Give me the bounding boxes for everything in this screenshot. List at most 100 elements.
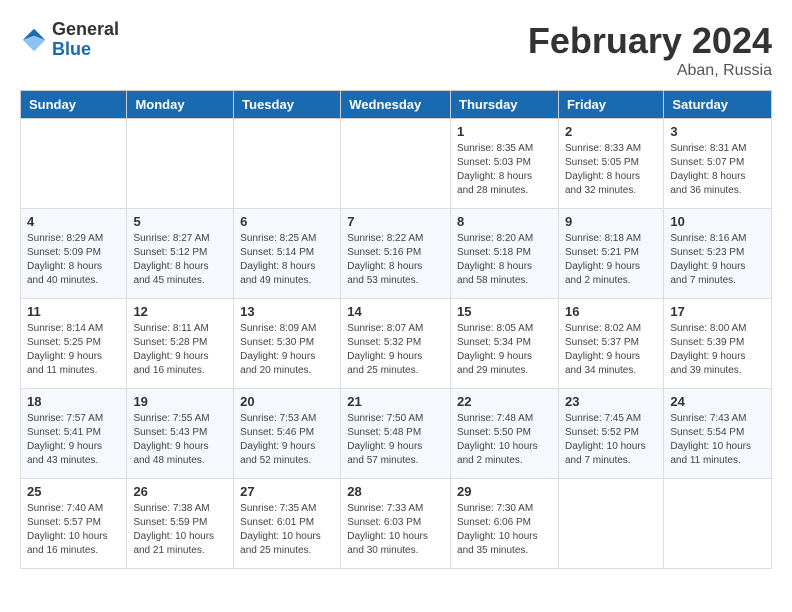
col-header-saturday: Saturday [664,91,772,119]
calendar-cell: 20Sunrise: 7:53 AM Sunset: 5:46 PM Dayli… [234,389,341,479]
calendar-cell [21,119,127,209]
calendar-cell: 25Sunrise: 7:40 AM Sunset: 5:57 PM Dayli… [21,479,127,569]
calendar-cell: 27 Sunrise: 7:35 AM Sunset: 6:01 PM Dayli… [234,479,341,569]
calendar-cell: 11 Sunrise: 8:14 AM Sunset: 5:25 PM Dayli… [21,299,127,389]
day-number: 2 [565,124,657,139]
col-header-wednesday: Wednesday [341,91,451,119]
cell-info: Sunrise: 8:07 AM Sunset: 5:32 PM Dayligh… [347,322,444,378]
calendar-week-1: 1 Sunrise: 8:35 AM Sunset: 5:03 PM Daylig… [21,119,772,209]
cell-info: Sunrise: 8:14 AM Sunset: 5:25 PM Dayligh… [27,322,120,378]
day-number: 11 [27,304,120,319]
calendar-cell: 10 Sunrise: 8:16 AM Sunset: 5:23 PM Dayli… [664,209,772,299]
day-number: 17 [670,304,765,319]
calendar-cell: 14 Sunrise: 8:07 AM Sunset: 5:32 PM Dayli… [341,299,451,389]
calendar-cell [127,119,234,209]
calendar-cell: 18 Sunrise: 7:57 AM Sunset: 5:41 PM Dayli… [21,389,127,479]
cell-info: Sunrise: 7:33 AM Sunset: 6:03 PM Dayligh… [347,502,444,558]
calendar-cell: 28 Sunrise: 7:33 AM Sunset: 6:03 PM Dayli… [341,479,451,569]
day-number: 23 [565,394,657,409]
calendar-cell: 21 Sunrise: 7:50 AM Sunset: 5:48 PM Dayli… [341,389,451,479]
cell-info: Sunrise: 8:05 AM Sunset: 5:34 PM Dayligh… [457,322,552,378]
cell-info: Sunrise: 8:20 AM Sunset: 5:18 PM Dayligh… [457,232,552,288]
day-number: 29 [457,484,552,499]
col-header-tuesday: Tuesday [234,91,341,119]
calendar-week-4: 18 Sunrise: 7:57 AM Sunset: 5:41 PM Dayli… [21,389,772,479]
cell-info: Sunrise: 8:00 AM Sunset: 5:39 PM Dayligh… [670,322,765,378]
day-number: 13 [240,304,334,319]
day-number: 18 [27,394,120,409]
day-number: 12 [133,304,227,319]
cell-info: Sunrise: 7:50 AM Sunset: 5:48 PM Dayligh… [347,412,444,468]
cell-info: Sunrise: 8:11 AM Sunset: 5:28 PM Dayligh… [133,322,227,378]
calendar-cell: 29 Sunrise: 7:30 AM Sunset: 6:06 PM Dayli… [451,479,559,569]
cell-info: Sunrise: 7:45 AM Sunset: 5:52 PM Dayligh… [565,412,657,468]
calendar-cell [341,119,451,209]
day-number: 16 [565,304,657,319]
calendar-cell [664,479,772,569]
calendar-cell: 5 Sunrise: 8:27 AM Sunset: 5:12 PM Daylig… [127,209,234,299]
calendar-table: SundayMondayTuesdayWednesdayThursdayFrid… [20,90,772,569]
calendar-cell: 22Sunrise: 7:48 AM Sunset: 5:50 PM Dayli… [451,389,559,479]
cell-info: Sunrise: 8:27 AM Sunset: 5:12 PM Dayligh… [133,232,227,288]
calendar-cell: 2 Sunrise: 8:33 AM Sunset: 5:05 PM Daylig… [558,119,663,209]
cell-info: Sunrise: 7:55 AM Sunset: 5:43 PM Dayligh… [133,412,227,468]
cell-info: Sunrise: 8:18 AM Sunset: 5:21 PM Dayligh… [565,232,657,288]
calendar-cell [558,479,663,569]
day-number: 27 [240,484,334,499]
day-number: 28 [347,484,444,499]
day-number: 1 [457,124,552,139]
calendar-cell: 19 Sunrise: 7:55 AM Sunset: 5:43 PM Dayli… [127,389,234,479]
day-number: 24 [670,394,765,409]
logo-text: General Blue [52,20,119,60]
calendar-cell: 6Sunrise: 8:25 AM Sunset: 5:14 PM Daylig… [234,209,341,299]
day-number: 3 [670,124,765,139]
cell-info: Sunrise: 8:29 AM Sunset: 5:09 PM Dayligh… [27,232,120,288]
calendar-cell: 12 Sunrise: 8:11 AM Sunset: 5:28 PM Dayli… [127,299,234,389]
calendar-cell: 7Sunrise: 8:22 AM Sunset: 5:16 PM Daylig… [341,209,451,299]
day-number: 8 [457,214,552,229]
calendar-cell: 24 Sunrise: 7:43 AM Sunset: 5:54 PM Dayli… [664,389,772,479]
calendar-cell: 13 Sunrise: 8:09 AM Sunset: 5:30 PM Dayli… [234,299,341,389]
day-number: 21 [347,394,444,409]
logo-icon [20,26,48,54]
day-number: 9 [565,214,657,229]
cell-info: Sunrise: 7:35 AM Sunset: 6:01 PM Dayligh… [240,502,334,558]
day-number: 14 [347,304,444,319]
cell-info: Sunrise: 8:31 AM Sunset: 5:07 PM Dayligh… [670,142,765,198]
calendar-cell: 4 Sunrise: 8:29 AM Sunset: 5:09 PM Daylig… [21,209,127,299]
day-number: 26 [133,484,227,499]
col-header-friday: Friday [558,91,663,119]
calendar-week-2: 4 Sunrise: 8:29 AM Sunset: 5:09 PM Daylig… [21,209,772,299]
col-header-thursday: Thursday [451,91,559,119]
calendar-cell: 1 Sunrise: 8:35 AM Sunset: 5:03 PM Daylig… [451,119,559,209]
cell-info: Sunrise: 8:02 AM Sunset: 5:37 PM Dayligh… [565,322,657,378]
header-row: SundayMondayTuesdayWednesdayThursdayFrid… [21,91,772,119]
cell-info: Sunrise: 8:09 AM Sunset: 5:30 PM Dayligh… [240,322,334,378]
cell-info: Sunrise: 8:35 AM Sunset: 5:03 PM Dayligh… [457,142,552,198]
title-block: February 2024 Aban, Russia [528,20,772,80]
cell-info: Sunrise: 7:48 AM Sunset: 5:50 PM Dayligh… [457,412,552,468]
col-header-monday: Monday [127,91,234,119]
calendar-cell: 9 Sunrise: 8:18 AM Sunset: 5:21 PM Daylig… [558,209,663,299]
day-number: 10 [670,214,765,229]
day-number: 5 [133,214,227,229]
cell-info: Sunrise: 7:57 AM Sunset: 5:41 PM Dayligh… [27,412,120,468]
cell-info: Sunrise: 8:33 AM Sunset: 5:05 PM Dayligh… [565,142,657,198]
cell-info: Sunrise: 8:16 AM Sunset: 5:23 PM Dayligh… [670,232,765,288]
day-number: 7 [347,214,444,229]
cell-info: Sunrise: 7:40 AM Sunset: 5:57 PM Dayligh… [27,502,120,558]
day-number: 19 [133,394,227,409]
calendar-cell: 3 Sunrise: 8:31 AM Sunset: 5:07 PM Daylig… [664,119,772,209]
cell-info: Sunrise: 8:25 AM Sunset: 5:14 PM Dayligh… [240,232,334,288]
day-number: 20 [240,394,334,409]
page-header: General Blue February 2024 Aban, Russia [20,20,772,80]
day-number: 4 [27,214,120,229]
col-header-sunday: Sunday [21,91,127,119]
calendar-cell: 26 Sunrise: 7:38 AM Sunset: 5:59 PM Dayli… [127,479,234,569]
calendar-cell: 23 Sunrise: 7:45 AM Sunset: 5:52 PM Dayli… [558,389,663,479]
calendar-week-3: 11 Sunrise: 8:14 AM Sunset: 5:25 PM Dayli… [21,299,772,389]
calendar-week-5: 25Sunrise: 7:40 AM Sunset: 5:57 PM Dayli… [21,479,772,569]
cell-info: Sunrise: 7:38 AM Sunset: 5:59 PM Dayligh… [133,502,227,558]
cell-info: Sunrise: 7:43 AM Sunset: 5:54 PM Dayligh… [670,412,765,468]
cell-info: Sunrise: 7:30 AM Sunset: 6:06 PM Dayligh… [457,502,552,558]
